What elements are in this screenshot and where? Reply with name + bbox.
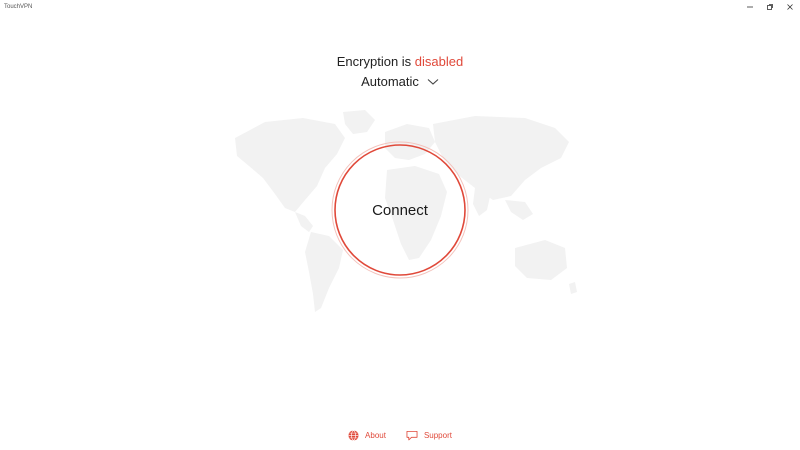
maximize-button[interactable]	[760, 0, 780, 14]
minimize-icon	[747, 6, 753, 8]
chevron-down-icon	[427, 74, 439, 89]
support-link[interactable]: Support	[406, 430, 452, 441]
encryption-status: Encryption is disabled	[0, 54, 800, 69]
globe-icon	[348, 430, 359, 441]
minimize-button[interactable]	[740, 0, 760, 14]
encryption-status-state: disabled	[414, 54, 464, 69]
connect-control: Connect	[330, 140, 470, 280]
footer-links: About Support	[0, 430, 800, 441]
maximize-icon	[767, 4, 773, 10]
protocol-selected-value: Automatic	[361, 74, 419, 89]
chat-bubble-icon	[406, 430, 418, 441]
close-icon	[787, 4, 793, 10]
about-link[interactable]: About	[348, 430, 386, 441]
title-bar[interactable]: TouchVPN	[0, 0, 800, 14]
connect-button[interactable]: Connect	[338, 148, 462, 272]
encryption-status-prefix: Encryption is	[336, 54, 412, 69]
support-label: Support	[423, 431, 452, 440]
window-controls	[740, 0, 800, 14]
app-title: TouchVPN	[4, 4, 33, 10]
close-button[interactable]	[780, 0, 800, 14]
protocol-dropdown[interactable]: Automatic	[0, 74, 800, 89]
about-label: About	[365, 431, 386, 440]
app-window: TouchVPN Encryption is disabled Automati…	[0, 0, 800, 450]
